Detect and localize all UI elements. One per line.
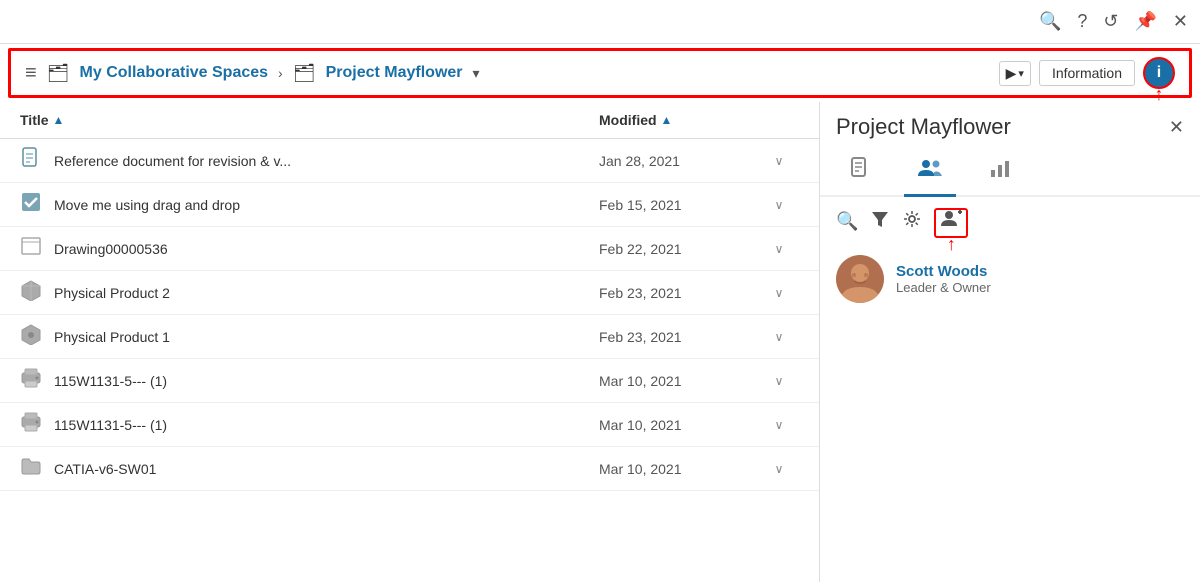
table-row[interactable]: Physical Product 1 Feb 23, 2021 ∨ [0, 315, 819, 359]
member-name: Scott Woods [896, 263, 991, 280]
member-info: Scott Woods Leader & Owner [896, 263, 991, 295]
file-name: Move me using drag and drop [50, 197, 599, 213]
file-modified-date: Mar 10, 2021 [599, 373, 759, 389]
row-expand-chevron[interactable]: ∨ [759, 286, 799, 300]
file-modified-date: Feb 23, 2021 [599, 285, 759, 301]
table-row[interactable]: Physical Product 2 Feb 23, 2021 ∨ [0, 271, 819, 315]
file-type-icon [20, 235, 50, 262]
tab-document[interactable] [836, 148, 884, 197]
file-type-icon [20, 147, 50, 174]
file-name: Physical Product 2 [50, 285, 599, 301]
member-search-icon[interactable]: 🔍 [836, 211, 858, 232]
row-expand-chevron[interactable]: ∨ [759, 330, 799, 344]
file-type-icon [20, 323, 50, 350]
file-modified-date: Jan 28, 2021 [599, 153, 759, 169]
hamburger-menu-icon[interactable]: ≡ [25, 62, 37, 85]
row-expand-chevron[interactable]: ∨ [759, 418, 799, 432]
breadcrumb-home[interactable]: My Collaborative Spaces [80, 64, 269, 82]
file-type-icon [20, 279, 50, 306]
title-column-header[interactable]: Title ▲ [20, 112, 599, 128]
file-modified-date: Feb 15, 2021 [599, 197, 759, 213]
add-member-btn-wrapper: ↑ [934, 207, 968, 235]
file-name: Drawing00000536 [50, 241, 599, 257]
file-type-icon [20, 411, 50, 438]
breadcrumb-current[interactable]: Project Mayflower [326, 64, 463, 82]
table-row[interactable]: Move me using drag and drop Feb 15, 2021… [0, 183, 819, 227]
file-modified-date: Mar 10, 2021 [599, 461, 759, 477]
file-list-panel: Title ▲ Modified ▲ Reference document fo… [0, 102, 820, 582]
cursor-dropdown[interactable]: ▾ [1018, 67, 1024, 80]
file-name: Physical Product 1 [50, 329, 599, 345]
info-icon: i [1157, 64, 1161, 82]
avatar [836, 255, 884, 303]
member-settings-icon[interactable] [902, 209, 922, 234]
member-actions-bar: 🔍 [820, 197, 1200, 245]
info-panel: Project Mayflower ✕ [820, 102, 1200, 582]
file-type-icon [20, 191, 50, 218]
modified-column-header[interactable]: Modified ▲ [599, 112, 759, 128]
file-list-header: Title ▲ Modified ▲ [0, 102, 819, 139]
member-role: Leader & Owner [896, 280, 991, 295]
file-name: 115W1131-5--- (1) [50, 417, 599, 433]
file-list: Reference document for revision & v... J… [0, 139, 819, 491]
cursor-selector[interactable]: ▶ ▾ [999, 61, 1031, 86]
top-toolbar: 🔍 ? ↺ 📌 ✕ [0, 0, 1200, 44]
cursor-icon: ▶ [1006, 65, 1017, 82]
info-tabs [820, 148, 1200, 197]
table-row[interactable]: 115W1131-5--- (1) Mar 10, 2021 ∨ [0, 403, 819, 447]
row-expand-chevron[interactable]: ∨ [759, 198, 799, 212]
table-row[interactable]: 115W1131-5--- (1) Mar 10, 2021 ∨ [0, 359, 819, 403]
modified-label: Modified [599, 112, 657, 128]
refresh-icon[interactable]: ↺ [1103, 11, 1118, 32]
title-sort-arrow[interactable]: ▲ [53, 113, 65, 127]
dropdown-arrow[interactable]: ▾ [473, 65, 480, 82]
row-expand-chevron[interactable]: ∨ [759, 462, 799, 476]
file-name: 115W1131-5--- (1) [50, 373, 599, 389]
info-panel-close-icon[interactable]: ✕ [1169, 117, 1184, 138]
file-modified-date: Feb 23, 2021 [599, 329, 759, 345]
file-name: Reference document for revision & v... [50, 153, 599, 169]
search-icon[interactable]: 🔍 [1039, 11, 1061, 32]
member-filter-icon[interactable] [870, 209, 890, 234]
file-modified-date: Feb 22, 2021 [599, 241, 759, 257]
table-row[interactable]: Reference document for revision & v... J… [0, 139, 819, 183]
file-type-icon [20, 455, 50, 482]
tab-members[interactable] [904, 148, 956, 197]
home-folder-icon: 🗂 [47, 63, 70, 84]
tab-chart[interactable] [976, 148, 1024, 197]
row-expand-chevron[interactable]: ∨ [759, 242, 799, 256]
red-arrow-indicator: ↑ [1155, 84, 1164, 105]
main-area: Title ▲ Modified ▲ Reference document fo… [0, 102, 1200, 582]
pin-icon[interactable]: 📌 [1134, 11, 1156, 32]
row-expand-chevron[interactable]: ∨ [759, 374, 799, 388]
table-row[interactable]: CATIA-v6-SW01 Mar 10, 2021 ∨ [0, 447, 819, 491]
nav-right: ▶ ▾ Information i ↑ [999, 57, 1175, 89]
help-icon[interactable]: ? [1077, 11, 1087, 32]
add-member-arrow-indicator: ↑ [947, 234, 956, 255]
modified-sort-arrow[interactable]: ▲ [661, 113, 673, 127]
nav-bar: ≡ 🗂 My Collaborative Spaces › 🗂 Project … [8, 48, 1192, 98]
info-circle-button[interactable]: i ↑ [1143, 57, 1175, 89]
table-row[interactable]: Drawing00000536 Feb 22, 2021 ∨ [0, 227, 819, 271]
info-panel-header: Project Mayflower ✕ [820, 102, 1200, 148]
title-label: Title [20, 112, 49, 128]
project-title: Project Mayflower [836, 114, 1011, 140]
member-card: Scott Woods Leader & Owner [820, 245, 1200, 313]
breadcrumb-separator: › [278, 65, 283, 81]
file-modified-date: Mar 10, 2021 [599, 417, 759, 433]
file-type-icon [20, 367, 50, 394]
close-icon[interactable]: ✕ [1173, 11, 1188, 32]
row-expand-chevron[interactable]: ∨ [759, 154, 799, 168]
information-button[interactable]: Information [1039, 60, 1135, 86]
breadcrumb: ≡ 🗂 My Collaborative Spaces › 🗂 Project … [25, 62, 480, 85]
file-name: CATIA-v6-SW01 [50, 461, 599, 477]
project-folder-icon: 🗂 [293, 63, 316, 84]
